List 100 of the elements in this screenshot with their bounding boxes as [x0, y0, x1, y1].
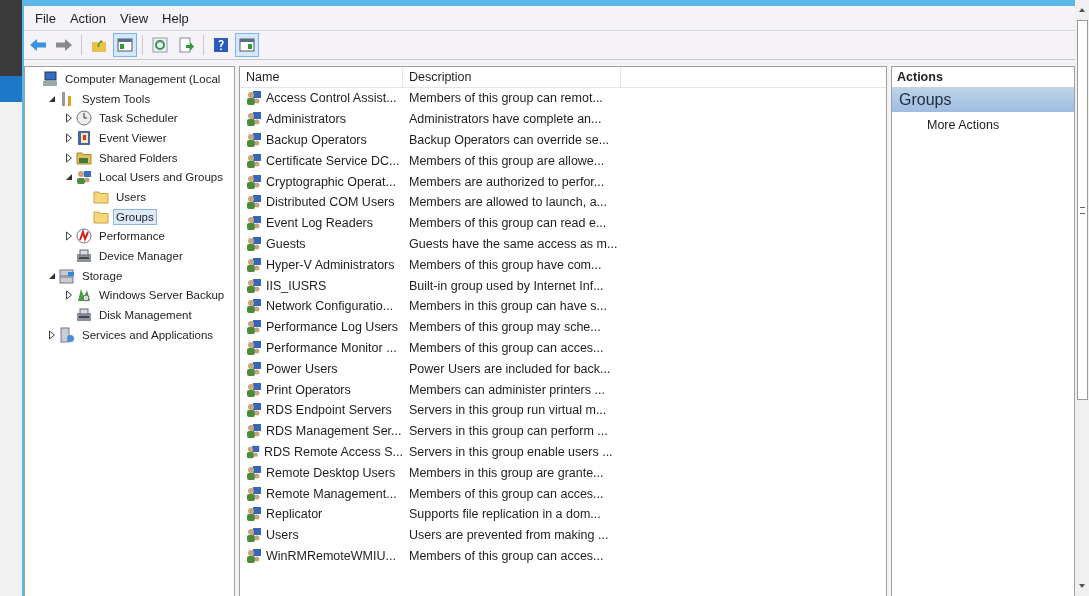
group-description: Power Users are included for back... — [408, 361, 612, 376]
group-description: Backup Operators can override se... — [408, 133, 611, 147]
group-name[interactable]: Print Operators — [266, 382, 351, 397]
group-name[interactable]: Administrators — [266, 112, 346, 127]
scroll-down-icon[interactable] — [1079, 584, 1085, 588]
tree-item[interactable]: Task Scheduler — [96, 110, 181, 127]
collapsed-arrow-icon[interactable] — [65, 132, 73, 143]
collapsed-arrow-icon[interactable] — [65, 152, 73, 163]
group-name[interactable]: Remote Desktop Users — [266, 465, 396, 480]
pane-icon — [117, 37, 133, 53]
group-name[interactable]: RDS Endpoint Servers — [266, 403, 392, 418]
collapsed-arrow-icon[interactable] — [65, 231, 73, 242]
group-description: Administrators have complete an... — [408, 112, 603, 127]
group-description: Members can administer printers ... — [408, 382, 606, 397]
expanded-arrow-icon[interactable] — [48, 271, 56, 280]
shared-folder-icon — [76, 149, 92, 166]
group-name[interactable]: Performance Monitor ... — [266, 340, 397, 355]
tree-item[interactable]: System Tools — [79, 90, 154, 107]
group-icon — [246, 360, 262, 377]
tree-item[interactable]: Disk Management — [96, 307, 195, 324]
group-description: Members in this group can have s... — [408, 299, 608, 314]
column-header[interactable]: Name — [240, 67, 403, 87]
group-icon — [246, 152, 262, 169]
folder-icon — [93, 208, 109, 225]
tree-item[interactable]: Groups — [113, 208, 157, 225]
expanded-arrow-icon[interactable] — [48, 94, 56, 103]
menu-item[interactable]: View — [113, 8, 156, 28]
tree-item[interactable]: Local Users and Groups — [96, 169, 226, 186]
collapsed-arrow-icon[interactable] — [65, 290, 73, 301]
group-name[interactable]: Access Control Assist... — [266, 91, 397, 106]
group-name[interactable]: RDS Management Ser... — [266, 424, 402, 439]
group-name[interactable]: Cryptographic Operat... — [266, 174, 396, 189]
group-icon — [246, 298, 262, 315]
tree-item[interactable]: Computer Management (Local — [62, 70, 224, 87]
tree-item[interactable]: Services and Applications — [79, 326, 217, 343]
group-name[interactable]: Backup Operators — [266, 133, 367, 147]
group-name[interactable]: Power Users — [266, 361, 338, 376]
group-description: Built-in group used by Internet Inf... — [408, 278, 605, 293]
group-name[interactable]: Certificate Service DC... — [266, 153, 400, 168]
group-name[interactable]: Remote Management... — [266, 486, 397, 501]
pane-icon — [239, 37, 255, 53]
group-name[interactable]: WinRMRemoteWMIU... — [266, 548, 396, 563]
group-name[interactable]: Users — [266, 528, 299, 543]
group-description: Guests have the same access as m... — [408, 236, 619, 251]
group-name[interactable]: Event Log Readers — [266, 216, 373, 231]
services-icon — [59, 326, 75, 343]
users-icon — [76, 169, 92, 186]
storage-icon — [59, 267, 75, 284]
export-list-icon — [178, 37, 194, 53]
toolbar-button[interactable] — [235, 33, 259, 57]
group-icon — [246, 132, 262, 148]
scrollbar[interactable] — [1075, 0, 1089, 596]
tree-item[interactable]: Event Viewer — [96, 129, 170, 146]
group-icon — [246, 215, 262, 232]
menu-item[interactable]: File — [28, 8, 63, 28]
group-icon — [246, 173, 262, 190]
collapsed-arrow-icon[interactable] — [65, 113, 73, 124]
folder-up-icon — [91, 37, 107, 53]
tree-item[interactable]: Device Manager — [96, 248, 186, 265]
tree-item[interactable]: Shared Folders — [96, 149, 181, 166]
collapsed-arrow-icon[interactable] — [48, 329, 56, 340]
group-name[interactable]: Network Configuratio... — [266, 299, 394, 314]
tree-item[interactable]: Performance — [96, 228, 168, 245]
group-description: Servers in this group enable users ... — [408, 444, 614, 459]
toolbar-button[interactable] — [113, 33, 137, 57]
group-description: Servers in this group can perform ... — [408, 424, 609, 439]
group-icon — [246, 319, 262, 336]
group-name[interactable]: Replicator — [266, 507, 323, 522]
group-description: Members of this group have com... — [408, 257, 603, 272]
group-name[interactable]: Performance Log Users — [266, 320, 398, 335]
more-actions-link[interactable]: More Actions — [892, 112, 1074, 132]
actions-section-header[interactable]: Groups — [892, 88, 1074, 112]
group-name[interactable]: Hyper-V Administrators — [266, 257, 395, 272]
back-arrow-icon — [29, 38, 47, 52]
tree-item[interactable]: Windows Server Backup — [96, 287, 228, 304]
scroll-up-icon[interactable] — [1079, 8, 1085, 12]
group-icon — [246, 527, 262, 544]
tree-item[interactable]: Users — [113, 188, 150, 205]
menu-item[interactable]: Action — [62, 8, 114, 28]
menu-item[interactable]: Help — [155, 8, 196, 28]
group-icon — [246, 277, 262, 294]
help-icon — [213, 37, 229, 53]
group-icon — [246, 464, 262, 481]
scroll-thumb[interactable] — [1076, 20, 1088, 400]
tree-item[interactable]: Storage — [79, 267, 126, 284]
group-description: Members are allowed to launch, a... — [408, 195, 609, 210]
column-header[interactable]: Description — [403, 67, 621, 87]
group-name[interactable]: Distributed COM Users — [266, 195, 395, 210]
group-description: Supports file replication in a dom... — [408, 507, 602, 522]
group-icon — [246, 90, 262, 107]
group-icon — [246, 443, 261, 460]
log-book-icon — [76, 129, 92, 146]
group-name[interactable]: IIS_IUSRS — [266, 278, 327, 293]
group-icon — [246, 235, 262, 252]
group-name[interactable]: RDS Remote Access S... — [264, 444, 403, 459]
expanded-arrow-icon[interactable] — [65, 173, 73, 182]
group-name[interactable]: Guests — [266, 236, 306, 251]
group-icon — [246, 506, 262, 523]
group-description: Members in this group are grante... — [408, 465, 605, 480]
refresh-icon — [152, 37, 168, 53]
